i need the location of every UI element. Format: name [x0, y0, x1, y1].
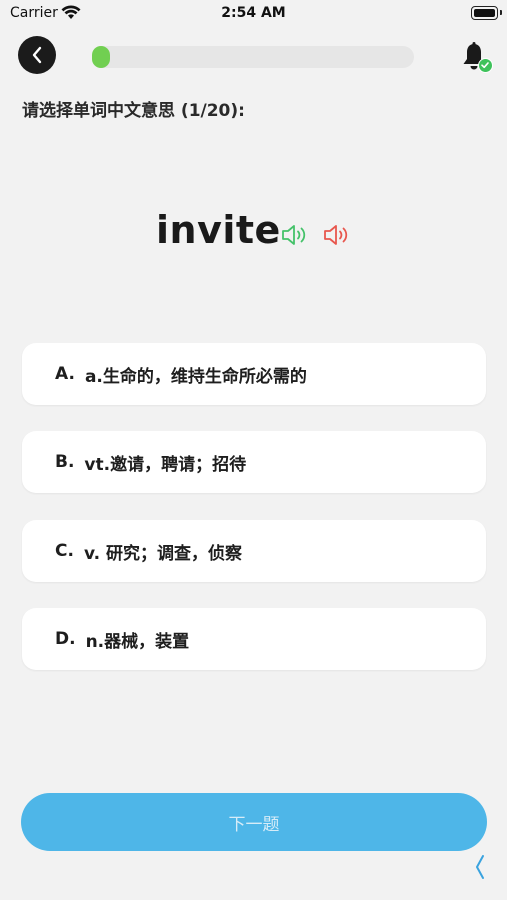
- option-text: vt.邀请，聘请；招待: [84, 454, 247, 475]
- speaker-green-icon[interactable]: [280, 222, 310, 248]
- option-a[interactable]: A. a.生命的，维持生命所必需的: [22, 343, 486, 405]
- word-row: invite: [0, 208, 507, 264]
- option-text: v. 研究；调查，侦察: [83, 543, 243, 564]
- chevron-left-icon: [32, 46, 42, 64]
- status-bar: Carrier 2:54 AM: [0, 0, 507, 28]
- option-text: n.器械，装置: [85, 631, 190, 652]
- option-letter: A.: [55, 364, 75, 384]
- option-letter: D.: [55, 629, 76, 649]
- status-time: 2:54 AM: [221, 5, 286, 21]
- option-text: a.生命的，维持生命所必需的: [84, 366, 307, 387]
- quiz-screen: Carrier 2:54 AM 请选择单词中文意思 (1/20): invite: [0, 0, 507, 900]
- question-prompt: 请选择单词中文意思 (1/20):: [22, 101, 245, 121]
- back-button[interactable]: [18, 36, 56, 74]
- option-letter: B.: [55, 452, 75, 472]
- quiz-word: invite: [156, 208, 281, 252]
- option-d[interactable]: D. n.器械，装置: [22, 608, 486, 670]
- speaker-red-icon[interactable]: [322, 222, 352, 248]
- chevron-left-icon: [476, 855, 484, 879]
- option-b[interactable]: B. vt.邀请，聘请；招待: [22, 431, 486, 493]
- battery-icon: [471, 6, 498, 20]
- option-c[interactable]: C. v. 研究；调查，侦察: [22, 520, 486, 582]
- battery-tip: [500, 10, 502, 15]
- option-letter: C.: [55, 541, 74, 561]
- next-question-button[interactable]: 下一题: [21, 793, 487, 851]
- notification-badge: [478, 58, 493, 73]
- checkmark-icon: [481, 62, 489, 69]
- progress-fill: [92, 46, 110, 68]
- progress-bar: [92, 46, 414, 68]
- drawer-handle-icon[interactable]: [474, 852, 486, 882]
